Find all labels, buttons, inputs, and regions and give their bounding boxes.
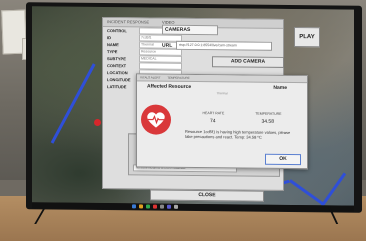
field-label: LOCATION (107, 70, 128, 76)
taskbar-app-icon[interactable] (146, 204, 150, 209)
alert-message: Resource 1cd5f1 is having high temperatu… (185, 128, 291, 140)
map-marker[interactable] (94, 118, 101, 127)
map-route-line (50, 63, 96, 144)
map-route-line (289, 179, 324, 206)
metric-heart-rate-label: HEART RATE (202, 111, 225, 116)
metric-temperature-label: TEMPERATURE (255, 111, 282, 116)
field-label: LONGITUDE (107, 77, 131, 83)
metric-heart-rate-value: 74 (209, 118, 216, 125)
taskbar-app-icon[interactable] (153, 204, 157, 209)
monitor: INCIDENT RESPONSE CONTROL ID 7cd5f1 NAME The… (26, 2, 362, 213)
tab-vitals[interactable]: VITALS ALERT (140, 75, 160, 79)
field-label: SUBTYPE (107, 56, 126, 62)
taskbar-app-icon[interactable] (132, 204, 136, 209)
metrics: HEART RATE TEMPERATURE 74 34.58 (187, 111, 297, 125)
tab-temperature[interactable]: TEMPERATURE (167, 76, 189, 80)
resource-name: Thermal (216, 91, 228, 96)
field-label: TYPE (107, 49, 118, 55)
add-camera-button[interactable]: ADD CAMERA (212, 56, 284, 68)
play-button[interactable]: PLAY (294, 27, 320, 48)
close-button[interactable]: CLOSE (150, 189, 264, 202)
taskbar-app-icon[interactable] (174, 204, 178, 209)
field-label: CONTROL (107, 28, 127, 34)
field-label: LATITUDE (107, 84, 127, 90)
url-row: URL rtsp://127.0.0.1:8554/live/cam-strea… (162, 40, 282, 51)
url-input[interactable]: rtsp://127.0.0.1:8554/live/cam-stream (176, 40, 272, 51)
video-section: VIDEO CAMERAS URL rtsp://127.0.0.1:8554/… (162, 20, 282, 51)
heart-alert-icon (141, 104, 171, 135)
cameras-dropdown[interactable]: CAMERAS (162, 24, 218, 36)
screen: INCIDENT RESPONSE CONTROL ID 7cd5f1 NAME The… (32, 6, 354, 206)
alert-dialog: VITALS ALERT TEMPERATURE Affected Resour… (136, 73, 308, 170)
field-label: CONTEXT (107, 63, 127, 69)
header-affected-resource: Affected Resource (147, 83, 192, 90)
map-route-line (320, 172, 347, 206)
taskbar-app-icon[interactable] (160, 204, 164, 209)
taskbar-app-icon[interactable] (167, 204, 171, 209)
field-label: ID (107, 35, 111, 41)
ok-button[interactable]: OK (265, 153, 301, 166)
url-label: URL (162, 42, 173, 49)
taskbar-app-icon[interactable] (139, 204, 143, 209)
metric-temperature-value: 34.58 (261, 118, 274, 125)
field-label: NAME (107, 42, 119, 48)
header-name: Name (273, 84, 287, 91)
